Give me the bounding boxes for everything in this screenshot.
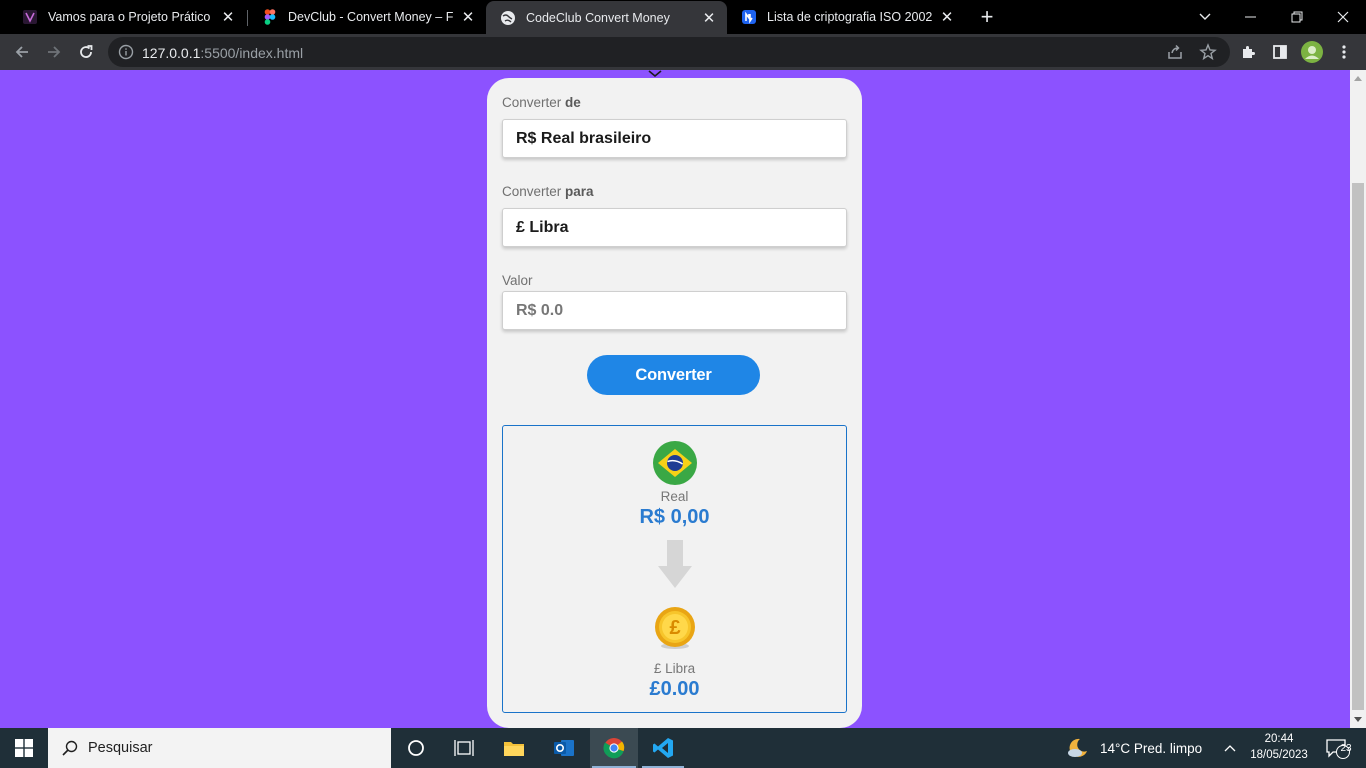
- tab-search-icon[interactable]: [1182, 0, 1228, 34]
- tab-title: CodeClub Convert Money: [526, 10, 670, 25]
- browser-toolbar: 127.0.0.1:5500/index.html: [0, 34, 1366, 70]
- taskbar-search[interactable]: Pesquisar: [48, 728, 391, 768]
- bookmark-star-icon[interactable]: [1199, 43, 1217, 66]
- outlook-icon[interactable]: [540, 728, 588, 768]
- address-bar[interactable]: 127.0.0.1:5500/index.html: [108, 37, 1230, 67]
- brazil-flag-icon: [653, 441, 697, 485]
- tab-title: DevClub - Convert Money – Figm: [288, 10, 454, 24]
- amount-input[interactable]: [502, 291, 847, 330]
- amount-label: Valor: [502, 273, 533, 288]
- search-placeholder: Pesquisar: [88, 740, 153, 756]
- to-currency-name: £ Libra: [653, 661, 696, 676]
- label-prefix: Converter: [502, 184, 566, 199]
- to-amount-value: £0.00: [649, 678, 700, 700]
- file-explorer-icon[interactable]: [490, 728, 538, 768]
- tab-figma[interactable]: DevClub - Convert Money – Figm ✕: [248, 0, 486, 34]
- extensions-icon[interactable]: [1236, 40, 1260, 64]
- scrollbar-thumb[interactable]: [1352, 183, 1364, 710]
- result-panel: Real R$ 0,00 £ £ Libra £0.00: [502, 425, 847, 713]
- close-tab-icon[interactable]: ✕: [220, 9, 236, 26]
- tab-strip: Vamos para o Projeto Prático - D ✕ DevCl…: [0, 0, 1366, 34]
- tab-codeclub-convert-money[interactable]: CodeClub Convert Money ✕: [486, 1, 727, 34]
- chrome-icon[interactable]: [590, 728, 638, 768]
- windows-start-icon[interactable]: [0, 728, 48, 768]
- more-menu-icon[interactable]: [1332, 40, 1356, 64]
- from-currency-select[interactable]: R$ Real brasileiro: [502, 119, 847, 158]
- side-panel-icon[interactable]: [1268, 40, 1292, 64]
- article-icon: [741, 9, 757, 25]
- clock-date: 18/05/2023: [1250, 749, 1308, 761]
- label-bold: de: [565, 95, 581, 110]
- pound-coin-icon: £: [655, 607, 695, 649]
- page-viewport: Converter de R$ Real brasileiro Converte…: [0, 70, 1350, 728]
- scroll-up-icon[interactable]: [1354, 76, 1362, 81]
- converter-card: Converter de R$ Real brasileiro Converte…: [487, 78, 862, 728]
- label-bold: para: [565, 184, 594, 199]
- profile-avatar[interactable]: [1300, 40, 1324, 64]
- page-scrollbar[interactable]: [1350, 70, 1366, 728]
- from-amount-value: R$ 0,00: [639, 506, 710, 528]
- minimize-icon[interactable]: [1228, 0, 1274, 34]
- close-tab-icon[interactable]: ✕: [701, 10, 717, 27]
- close-tab-icon[interactable]: ✕: [460, 9, 476, 26]
- task-view-icon[interactable]: [441, 728, 487, 768]
- reload-icon[interactable]: [74, 40, 98, 64]
- globe-icon: [500, 10, 516, 26]
- notification-count: 23: [1340, 743, 1352, 754]
- scroll-down-icon[interactable]: [1354, 717, 1362, 722]
- weather-widget[interactable]: 14°C Pred. limpo: [1066, 728, 1202, 768]
- back-icon[interactable]: [10, 40, 34, 64]
- forward-icon[interactable]: [42, 40, 66, 64]
- to-currency-select[interactable]: £ Libra: [502, 208, 847, 247]
- tab-projeto-pratico[interactable]: Vamos para o Projeto Prático - D ✕: [8, 0, 246, 34]
- show-hidden-icons-icon[interactable]: [1218, 728, 1242, 768]
- share-icon[interactable]: [1166, 43, 1184, 66]
- cortana-icon[interactable]: [393, 728, 439, 768]
- taskbar-clock[interactable]: 20:44 18/05/2023: [1244, 731, 1314, 763]
- chevron-down-icon: [648, 70, 662, 78]
- url-path: :5500/index.html: [200, 45, 304, 61]
- label-prefix: Converter: [502, 95, 566, 110]
- notification-center-icon[interactable]: 23: [1318, 728, 1358, 768]
- weather-moon-icon: [1066, 736, 1090, 760]
- from-currency-label: Converter de: [502, 95, 581, 110]
- url-text: 127.0.0.1:5500/index.html: [142, 45, 303, 61]
- url-host: 127.0.0.1: [142, 45, 201, 61]
- tab-title: Lista de criptografia ISO 20022: 8: [767, 10, 933, 24]
- new-tab-button[interactable]: +: [975, 4, 999, 29]
- to-currency-label: Converter para: [502, 184, 594, 199]
- vscode-icon[interactable]: [640, 728, 686, 768]
- windows-taskbar: Pesquisar 14°C Pred. limpo 20:44 18/05/2…: [0, 728, 1366, 768]
- close-window-icon[interactable]: [1320, 0, 1366, 34]
- from-currency-name: Real: [660, 489, 689, 504]
- close-tab-icon[interactable]: ✕: [939, 9, 955, 26]
- svg-text:£: £: [669, 617, 680, 639]
- tab-iso-20022[interactable]: Lista de criptografia ISO 20022: 8 ✕: [727, 0, 965, 34]
- tab-title: Vamos para o Projeto Prático - D: [48, 10, 214, 24]
- figma-icon: [262, 9, 278, 25]
- search-icon: [62, 740, 78, 756]
- site-info-icon[interactable]: [118, 44, 134, 65]
- devclub-logo-icon: [22, 9, 38, 25]
- weather-text: 14°C Pred. limpo: [1100, 740, 1203, 756]
- clock-time: 20:44: [1264, 733, 1294, 745]
- convert-button[interactable]: Converter: [587, 355, 760, 395]
- arrow-down-icon: [658, 540, 692, 588]
- restore-icon[interactable]: [1274, 0, 1320, 34]
